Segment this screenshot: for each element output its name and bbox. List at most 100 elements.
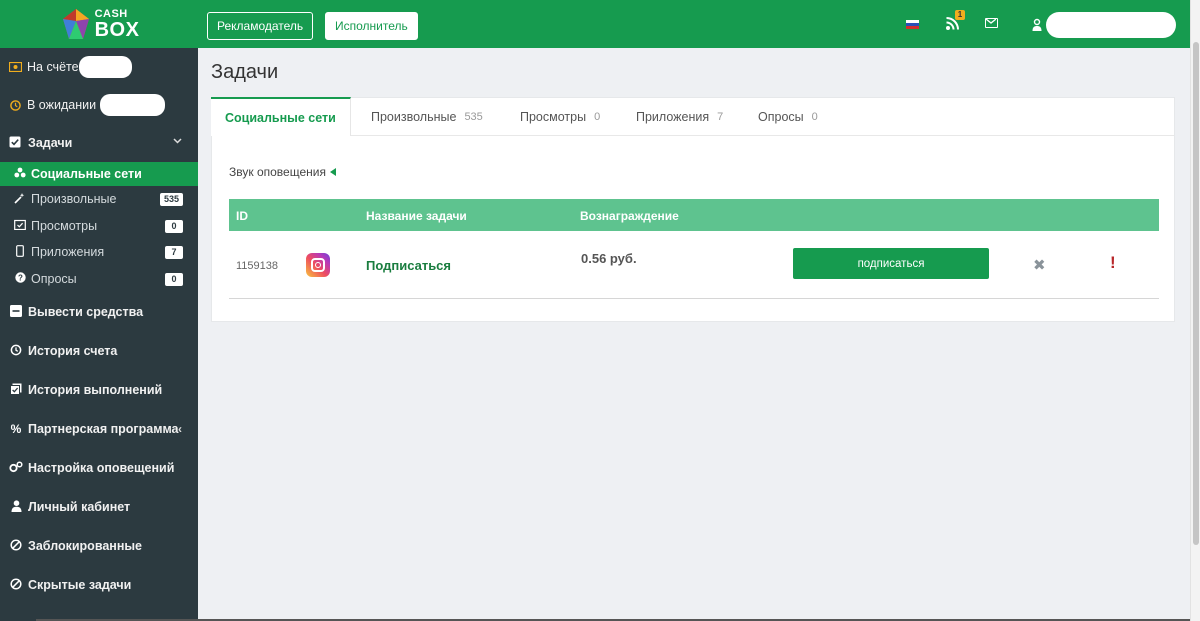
- sidebar-item-label: Произвольные: [31, 192, 117, 207]
- sound-notification-toggle[interactable]: Звук оповещения: [229, 165, 336, 179]
- task-reward: 0.56 руб.: [581, 251, 637, 266]
- brand-logo[interactable]: CASH BOX: [0, 0, 198, 48]
- task-tabs: Социальные сети Произвольные 535 Просмот…: [211, 97, 1174, 136]
- sidebar-group-tasks[interactable]: Задачи: [0, 124, 198, 162]
- clock-icon: [9, 99, 22, 111]
- report-icon[interactable]: !: [1110, 253, 1116, 273]
- ban-icon: [9, 577, 23, 593]
- sidebar: CASH BOX На счёте В ожидании Задачи Соци…: [0, 0, 198, 621]
- question-circle-icon: ?: [14, 272, 26, 286]
- task-name-link[interactable]: Подписаться: [366, 258, 451, 273]
- mail-icon[interactable]: [985, 18, 998, 28]
- chevron-down-icon: [173, 136, 182, 147]
- user-name-redacted[interactable]: [1046, 12, 1176, 38]
- tab-count: 0: [594, 111, 601, 123]
- gem-logo-icon: [62, 9, 89, 39]
- sidebar-item-label: Настройка оповещений: [28, 461, 175, 475]
- tab-count: 7: [717, 111, 724, 123]
- ban-icon: [9, 538, 23, 554]
- tab-arbitrary[interactable]: Произвольные 535: [371, 98, 483, 136]
- executor-button[interactable]: Исполнитель: [325, 12, 418, 40]
- minus-square-icon: [9, 304, 23, 320]
- brand-name: CASH BOX: [94, 7, 140, 41]
- sidebar-item-social-networks[interactable]: Социальные сети: [0, 162, 198, 186]
- scrollbar-thumb[interactable]: [1193, 42, 1199, 545]
- svg-text:?: ?: [18, 273, 23, 282]
- magic-wand-icon: [14, 192, 26, 207]
- tab-label: Социальные сети: [225, 110, 336, 125]
- sidebar-item-label: Скрытые задачи: [28, 578, 132, 592]
- tab-count: 535: [464, 111, 483, 123]
- sidebar-item-blocked[interactable]: Заблокированные: [0, 527, 198, 566]
- sidebar-item-label: Приложения: [31, 245, 105, 260]
- sidebar-item-label: Социальные сети: [31, 167, 142, 181]
- advertiser-button[interactable]: Рекламодатель: [207, 12, 314, 40]
- balance-on-account-redacted: [79, 56, 132, 78]
- tasks-card: Социальные сети Произвольные 535 Просмот…: [211, 97, 1175, 322]
- russian-flag-icon[interactable]: [906, 20, 919, 29]
- percent-icon: %: [10, 422, 22, 436]
- table-header: ID Название задачи Вознаграждение: [229, 199, 1159, 231]
- tab-social-networks[interactable]: Социальные сети: [211, 97, 351, 136]
- sidebar-item-apps[interactable]: Приложения 7: [0, 239, 198, 266]
- tab-polls[interactable]: Опросы 0: [758, 98, 818, 136]
- column-header-task-name: Название задачи: [366, 209, 467, 223]
- count-badge: 0: [165, 219, 183, 233]
- tab-views[interactable]: Просмотры 0: [520, 98, 600, 136]
- user-icon: [9, 499, 23, 515]
- sidebar-item-label: Опросы: [31, 272, 77, 286]
- checkbox-icon: [9, 136, 23, 151]
- tab-label: Просмотры: [520, 110, 587, 124]
- balance-pending-redacted: [100, 94, 165, 116]
- count-badge: 535: [159, 193, 183, 206]
- history-icon: [9, 344, 23, 359]
- task-id: 1159138: [236, 260, 279, 272]
- user-avatar-icon[interactable]: [1031, 15, 1043, 33]
- calendar-check-icon: [14, 219, 26, 233]
- sidebar-item-label: История выполнений: [28, 383, 163, 397]
- tab-count: 0: [811, 111, 818, 123]
- sidebar-item-label: История счета: [28, 344, 118, 358]
- balance-pending-label: В ожидании: [27, 98, 97, 112]
- close-icon[interactable]: ✖: [1033, 256, 1046, 274]
- instagram-icon: [306, 253, 330, 277]
- sidebar-item-hidden-tasks[interactable]: Скрытые задачи: [0, 566, 198, 605]
- sound-notification-label: Звук оповещения: [229, 165, 326, 179]
- sidebar-group-tasks-label: Задачи: [28, 136, 73, 150]
- sidebar-item-completion-history[interactable]: История выполнений: [0, 371, 198, 410]
- sidebar-item-partner-program[interactable]: % Партнерская программа ‹: [0, 410, 198, 449]
- copy-check-icon: [9, 383, 23, 398]
- sidebar-item-views[interactable]: Просмотры 0: [0, 213, 198, 240]
- sidebar-item-personal-account[interactable]: Личный кабинет: [0, 488, 198, 527]
- sidebar-item-polls[interactable]: ? Опросы 0: [0, 266, 198, 293]
- people-icon: [14, 167, 26, 181]
- cogs-icon: [9, 460, 23, 476]
- column-header-id: ID: [236, 209, 248, 223]
- speaker-icon[interactable]: [329, 168, 336, 176]
- sidebar-item-withdraw[interactable]: Вывести средства: [0, 293, 198, 332]
- vertical-scrollbar[interactable]: [1190, 0, 1200, 621]
- sidebar-item-label: Просмотры: [31, 218, 98, 233]
- table-row: 1159138 Подписаться 0.56 руб. подписатьс…: [229, 231, 1159, 299]
- balance-on-account-label: На счёте: [27, 60, 79, 74]
- sidebar-item-label: Вывести средства: [28, 305, 144, 319]
- balance-on-account: На счёте: [0, 48, 198, 86]
- sidebar-item-account-history[interactable]: История счета: [0, 332, 198, 371]
- sidebar-item-arbitrary[interactable]: Произвольные 535: [0, 186, 198, 213]
- tab-label: Опросы: [758, 110, 804, 124]
- tab-label: Произвольные: [371, 110, 457, 124]
- column-header-reward: Вознаграждение: [580, 209, 679, 223]
- wallet-icon: [9, 62, 22, 73]
- count-badge: 0: [165, 272, 183, 286]
- tab-apps[interactable]: Приложения 7: [636, 98, 723, 136]
- count-badge: 7: [165, 246, 183, 259]
- sidebar-item-label: Партнерская программа: [28, 422, 179, 436]
- subscribe-button[interactable]: подписаться: [793, 248, 989, 279]
- mobile-phone-icon: [14, 244, 26, 260]
- tab-label: Приложения: [636, 110, 710, 124]
- sidebar-item-label: Заблокированные: [28, 539, 143, 553]
- chevron-left-icon: ‹: [178, 422, 182, 436]
- sidebar-item-notification-settings[interactable]: Настройка оповещений: [0, 449, 198, 488]
- balance-pending: В ожидании: [0, 86, 198, 124]
- sidebar-item-label: Личный кабинет: [28, 500, 131, 514]
